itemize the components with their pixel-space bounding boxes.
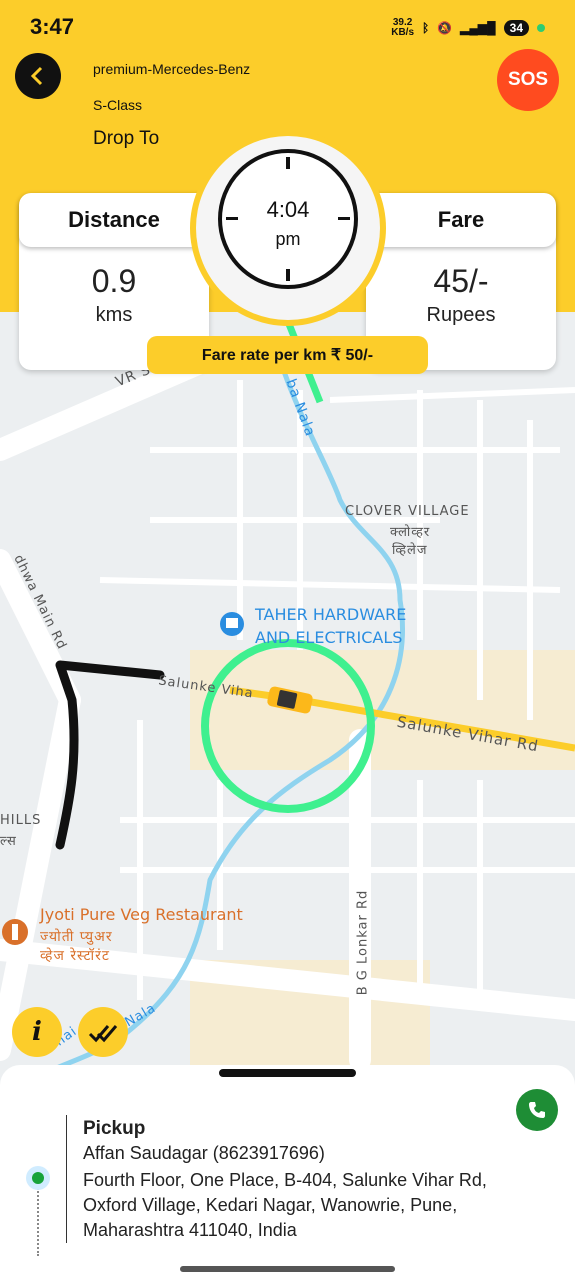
home-indicator[interactable] bbox=[180, 1266, 395, 1272]
pickup-address: Fourth Floor, One Place, B-404, Salunke … bbox=[83, 1170, 487, 1240]
map-label-clover: CLOVER VILLAGE bbox=[345, 504, 470, 519]
chevron-left-icon bbox=[30, 66, 43, 86]
info-button[interactable]: i bbox=[12, 1007, 62, 1057]
clock-tick-6 bbox=[286, 269, 290, 281]
clock-time: 4:04 bbox=[266, 197, 310, 222]
net-speed-unit: KB/s bbox=[391, 27, 415, 38]
map-label-clover-hi2: व्हिलेज bbox=[392, 543, 428, 558]
status-time: 3:47 bbox=[30, 14, 75, 39]
back-button[interactable] bbox=[15, 53, 61, 99]
drop-to-label[interactable]: Drop To bbox=[93, 128, 159, 150]
fare-label: Fare bbox=[366, 193, 556, 247]
poi-taher-line1[interactable]: TAHER HARDWARE bbox=[255, 605, 406, 624]
map-label-hills-hi: ल्स bbox=[0, 834, 17, 849]
map-label-lonkar: B G Lonkar Rd bbox=[355, 889, 371, 996]
double-check-icon bbox=[88, 1025, 118, 1043]
fare-rate-banner: Fare rate per km ₹ 50/- bbox=[147, 336, 428, 374]
clock-widget: 4:04 pm bbox=[196, 136, 380, 320]
signal-icon: ▂▄▆█ bbox=[460, 21, 496, 35]
poi-taher-line2[interactable]: AND ELECTRICALS bbox=[255, 628, 402, 647]
status-bar: 3:47 39.2 KB/s ᛒ 🔕 ▂▄▆█ 34 bbox=[0, 0, 575, 56]
poi-jyoti-hi2: व्हेज रेस्टॉरंट bbox=[40, 948, 110, 964]
confirm-button[interactable] bbox=[78, 1007, 128, 1057]
sheet-drag-handle[interactable] bbox=[219, 1069, 356, 1077]
call-button[interactable] bbox=[516, 1089, 558, 1131]
battery-icon: 34 bbox=[503, 20, 529, 36]
net-speed: 39.2 KB/s bbox=[391, 18, 414, 38]
pickup-title: Pickup bbox=[83, 1118, 146, 1139]
fare-unit: Rupees bbox=[426, 304, 496, 326]
sos-button[interactable]: SOS bbox=[497, 49, 559, 111]
clock-face: 4:04 pm bbox=[218, 149, 358, 289]
distance-value: 0.9 bbox=[91, 263, 137, 299]
car-model-line2: S-Class bbox=[93, 97, 143, 113]
fare-value: 45/- bbox=[433, 263, 489, 299]
map-label-hills: HILLS bbox=[0, 813, 42, 828]
poi-jyoti[interactable]: Jyoti Pure Veg Restaurant bbox=[40, 905, 243, 924]
phone-icon bbox=[529, 1102, 545, 1118]
sheet-divider bbox=[66, 1115, 67, 1243]
pickup-name: Affan Saudagar (8623917696) bbox=[83, 1143, 325, 1163]
privacy-dot-icon bbox=[537, 24, 545, 32]
bluetooth-icon: ᛒ bbox=[422, 21, 430, 35]
pickup-location-icon bbox=[26, 1166, 50, 1190]
mute-icon: 🔕 bbox=[437, 21, 453, 35]
route-dotted-line bbox=[37, 1188, 39, 1256]
map-label-clover-hi1: क्लोव्हर bbox=[390, 525, 431, 540]
distance-unit: kms bbox=[95, 304, 133, 326]
clock-ampm: pm bbox=[275, 229, 301, 249]
poi-jyoti-hi1: ज्योती प्युअर bbox=[40, 929, 113, 945]
info-icon: i bbox=[32, 1017, 42, 1047]
status-icons: 39.2 KB/s ᛒ 🔕 ▂▄▆█ 34 bbox=[391, 18, 545, 38]
clock-tick-12 bbox=[286, 157, 290, 169]
distance-label: Distance bbox=[19, 193, 209, 247]
car-model-line1: premium-Mercedes-Benz bbox=[93, 61, 251, 77]
